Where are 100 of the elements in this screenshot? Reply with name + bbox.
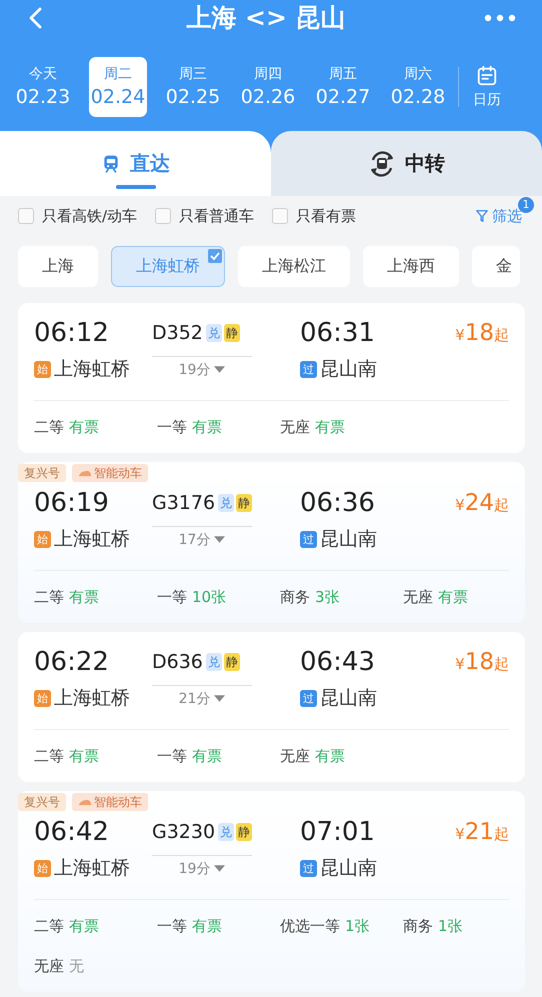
station-name: 昆山南 [320, 686, 377, 711]
train-tag: 复兴号 [18, 793, 66, 811]
train-card[interactable]: 06:22 D636 兑 静 06:43 ¥18起 始 上海虹桥 21分 过 昆山南 二等 有票 一等 有票 无座 有票 [18, 632, 525, 782]
train-card[interactable]: 06:12 D352 兑 静 06:31 ¥18起 始 上海虹桥 19分 过 昆山南 二等 有票 一等 有票 无座 有票 [18, 303, 525, 453]
ticket-status: 有票 [192, 418, 222, 436]
filter-label[interactable]: 只看有票 [296, 206, 356, 226]
station-name: 上海虹桥 [54, 527, 130, 552]
station-chip[interactable]: 上海松江 [238, 246, 350, 287]
arrival-time: 06:31 [299, 317, 376, 350]
caret-icon[interactable] [214, 865, 226, 872]
calendar-button[interactable]: 日历 [473, 64, 501, 110]
train-number: D636 [152, 651, 203, 673]
service-badge: 兑 [218, 823, 234, 841]
duration[interactable]: 19分 [178, 860, 210, 878]
train-number: D352 [152, 322, 203, 344]
ticket-status: 1张 [438, 916, 463, 936]
station-chip[interactable]: 金 [472, 246, 520, 287]
train-tag: 复兴号 [18, 464, 66, 482]
seat-class: 一等 [157, 588, 187, 606]
seat-class: 无座 [280, 418, 310, 436]
caret-icon[interactable] [214, 366, 226, 373]
date-tab[interactable]: 周六 02.28 [389, 57, 447, 117]
arrival-time: 06:43 [299, 646, 376, 679]
price: ¥18起 [455, 649, 509, 675]
service-badge: 兑 [206, 324, 222, 342]
ticket-status: 3张 [315, 588, 340, 606]
service-badge: 静 [236, 494, 252, 512]
checkbox[interactable] [272, 208, 288, 224]
service-badge: 静 [224, 653, 240, 671]
tab[interactable]: 中转 [271, 131, 542, 196]
seat-class: 无座 [34, 956, 64, 976]
train-tag: 智能动车 [72, 793, 148, 811]
station-chip[interactable]: 上海西 [363, 246, 459, 287]
ticket-status: 有票 [192, 916, 222, 936]
ticket-status: 有票 [192, 746, 222, 766]
ticket-status: 有票 [315, 746, 345, 766]
seat-class: 无座 [403, 588, 433, 606]
seat-class: 一等 [157, 916, 187, 936]
service-badge: 静 [224, 324, 240, 342]
caret-icon[interactable] [214, 695, 226, 702]
ticket-status: 有票 [69, 746, 99, 766]
filter-icon [475, 209, 489, 223]
train-card[interactable]: 复兴号 智能动车 06:19 G3176 兑 静 06:36 ¥24起 始 上海虹桥 17分 过 昆山南 二等 有票 一等 10张 商务 3张 无座 有票 [18, 462, 525, 623]
station-mark: 过 [300, 530, 317, 548]
seat-class: 一等 [157, 418, 187, 436]
checkbox[interactable] [155, 208, 172, 224]
duration[interactable]: 19分 [178, 360, 210, 378]
station-chip[interactable]: 上海 [18, 246, 98, 287]
station-mark: 过 [300, 690, 317, 706]
arrival-time: 06:36 [299, 487, 376, 520]
station-mark: 始 [34, 690, 51, 706]
station-mark: 始 [34, 530, 51, 548]
station-name: 昆山南 [320, 856, 377, 881]
train-card[interactable]: 复兴号 智能动车 06:42 G3230 兑 静 07:01 ¥21起 始 上海虹桥 19分 过 昆山南 二等 有票 一等 有票 优选一等 1张 商务 1张 无座 无 [18, 791, 525, 992]
seat-class: 商务 [280, 588, 310, 606]
train-tag: 智能动车 [72, 464, 148, 482]
date-tab[interactable]: 周三 02.25 [164, 57, 222, 117]
station-name: 昆山南 [320, 527, 377, 552]
station-mark: 始 [34, 360, 51, 378]
ticket-status: 有票 [69, 418, 99, 436]
seat-class: 二等 [34, 588, 64, 606]
seat-class: 商务 [403, 916, 433, 936]
calendar-icon [476, 64, 498, 86]
ticket-status: 有票 [69, 916, 99, 936]
station-name: 上海虹桥 [54, 686, 130, 711]
date-tab[interactable]: 今天 02.23 [14, 57, 72, 117]
caret-icon[interactable] [214, 536, 226, 543]
filter-label[interactable]: 只看普通车 [179, 206, 254, 226]
seat-class: 二等 [34, 916, 64, 936]
station-name: 昆山南 [320, 357, 377, 382]
seat-class: 无座 [280, 746, 310, 766]
checkbox[interactable] [18, 208, 34, 224]
tab[interactable]: 直达 [0, 131, 271, 196]
ticket-status: 无 [69, 956, 84, 976]
train-number: G3176 [152, 492, 216, 514]
date-tab[interactable]: 周二 02.24 [89, 57, 147, 117]
transfer-icon [368, 150, 396, 178]
train-number: G3230 [152, 821, 216, 843]
ticket-status: 有票 [69, 588, 99, 606]
date-tab[interactable]: 周五 02.27 [314, 57, 372, 117]
seat-class: 二等 [34, 418, 64, 436]
route-title: 上海 <> 昆山 [185, 2, 347, 34]
more-icon[interactable] [484, 14, 516, 22]
ticket-status: 10张 [192, 588, 226, 606]
service-badge: 兑 [206, 653, 222, 671]
count-badge: 1 [518, 197, 534, 213]
price: ¥18起 [455, 320, 509, 346]
departure-time: 06:42 [34, 816, 110, 849]
duration[interactable]: 17分 [178, 530, 210, 548]
date-tab[interactable]: 周四 02.26 [239, 57, 297, 117]
price: ¥21起 [455, 819, 509, 845]
service-badge: 兑 [218, 494, 234, 512]
seat-class: 优选一等 [280, 916, 340, 936]
filter-label[interactable]: 只看高铁/动车 [42, 206, 138, 226]
station-chip[interactable]: 上海虹桥 [111, 246, 225, 287]
duration[interactable]: 21分 [178, 690, 210, 708]
service-badge: 静 [236, 823, 252, 841]
departure-time: 06:19 [34, 487, 110, 520]
station-mark: 始 [34, 860, 51, 876]
station-mark: 过 [300, 860, 317, 876]
